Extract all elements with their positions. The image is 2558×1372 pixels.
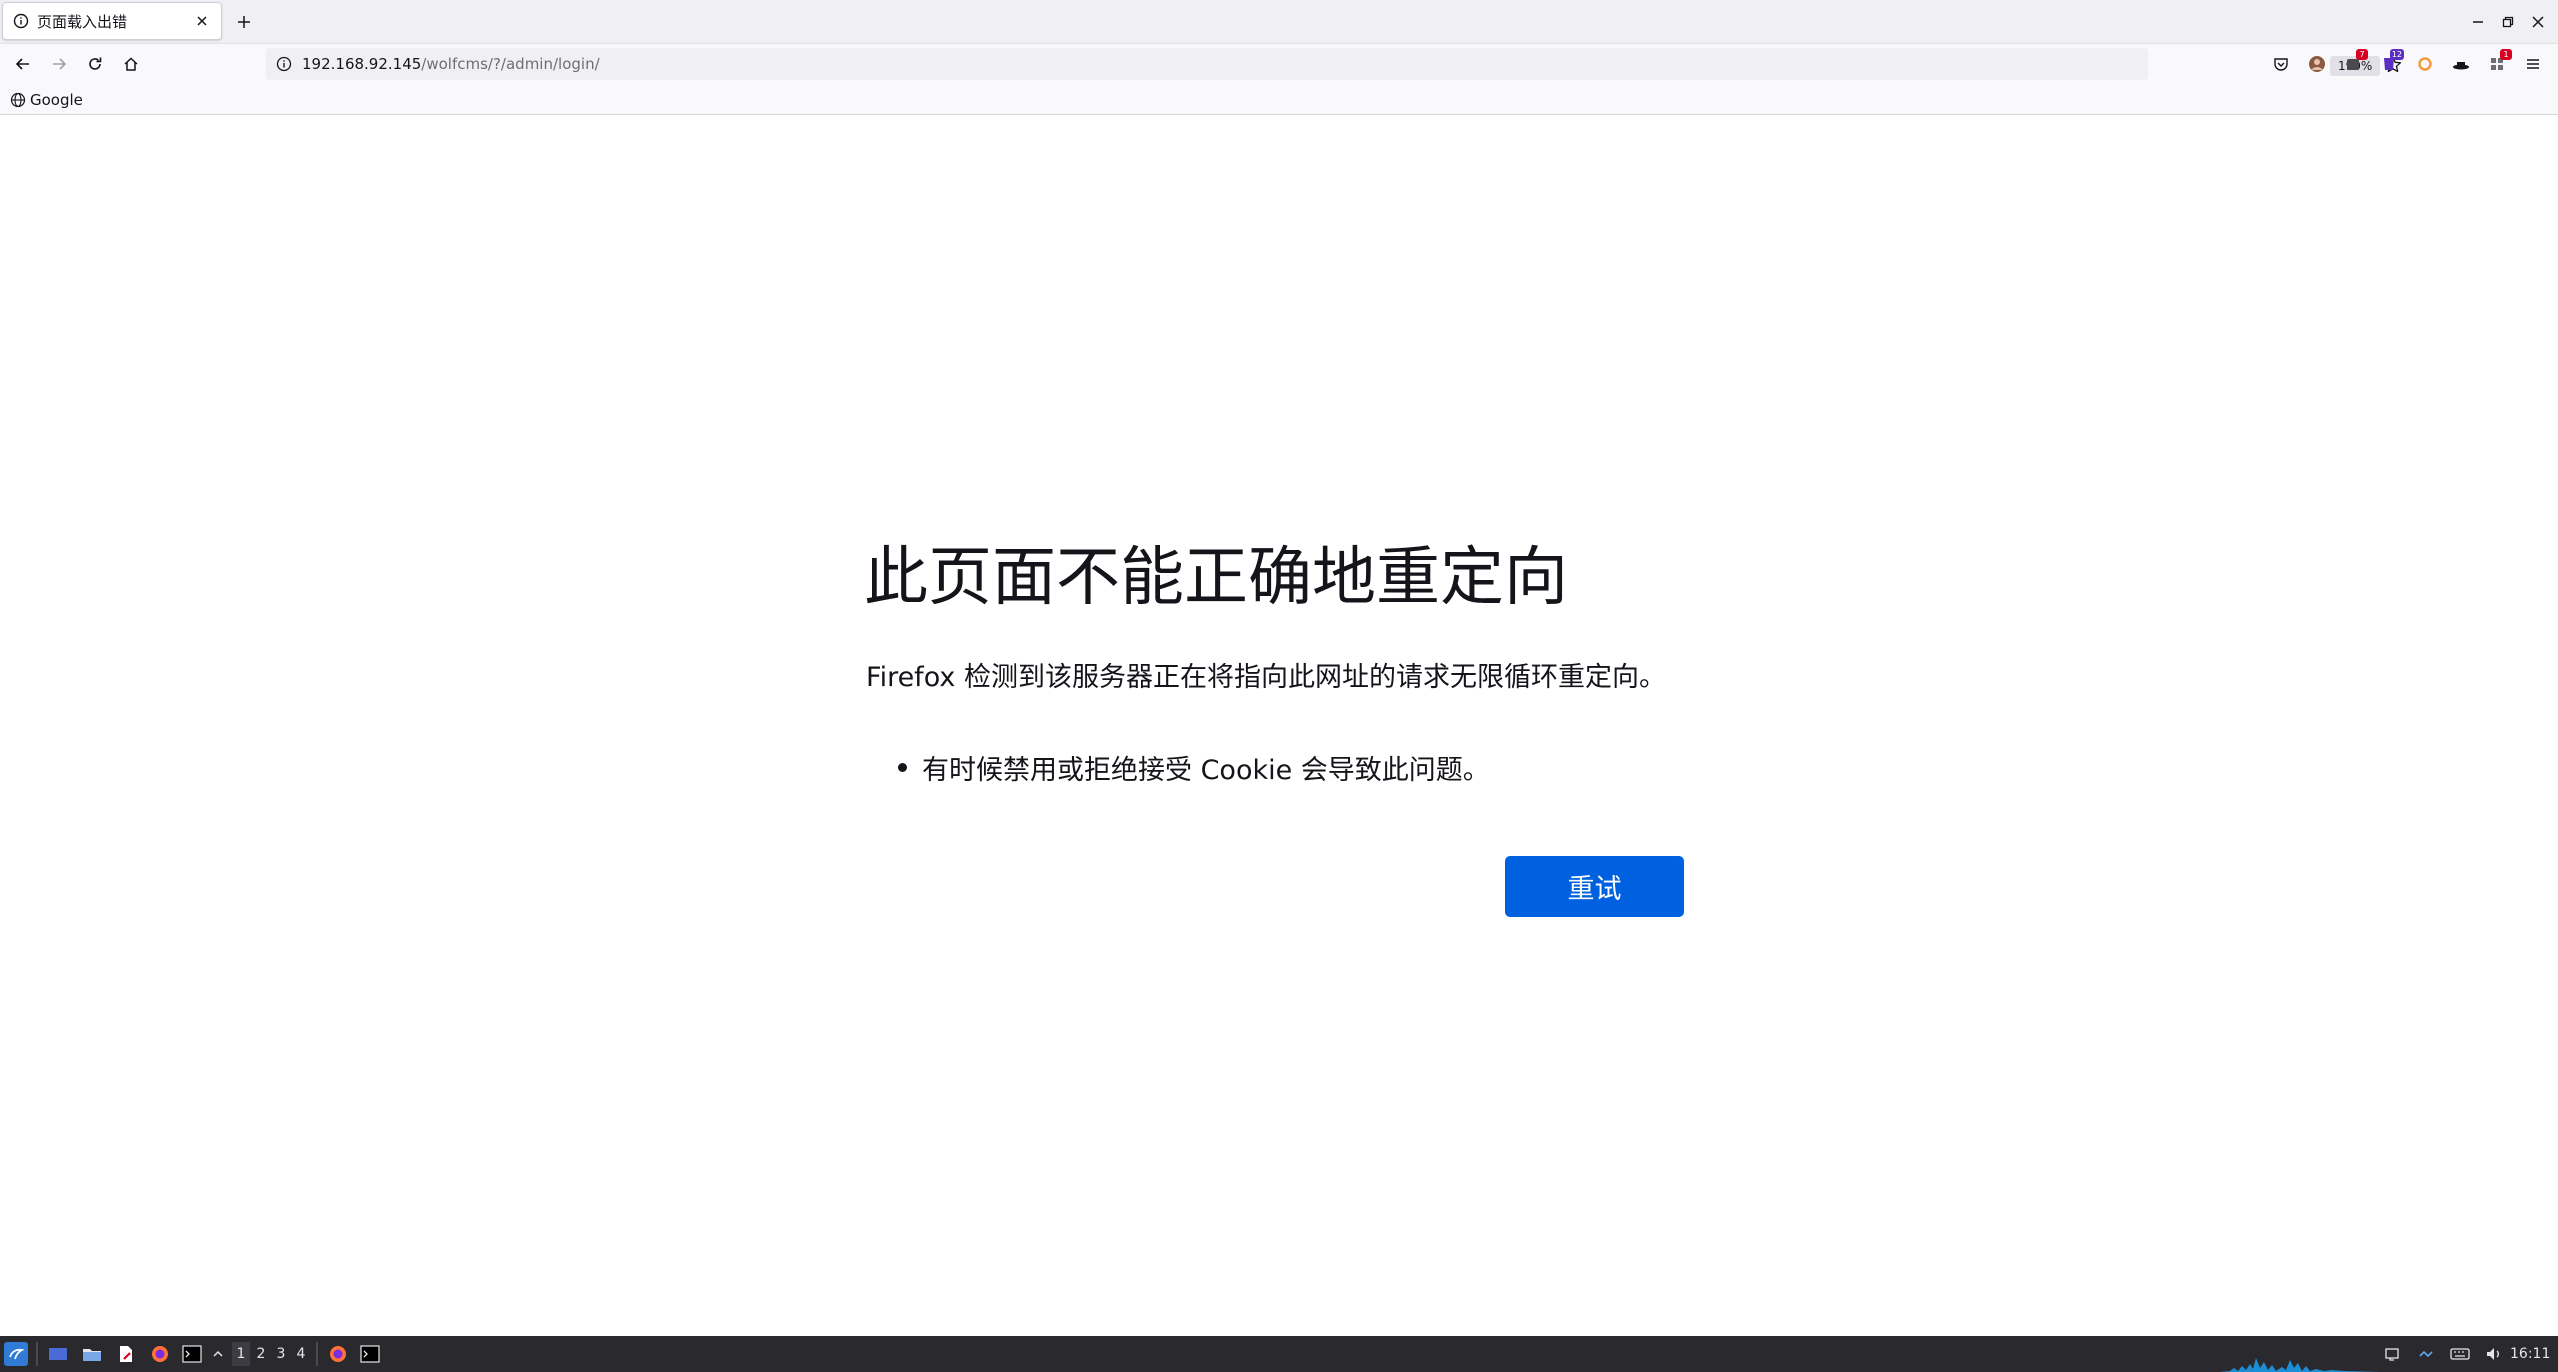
file-manager-icon[interactable] bbox=[80, 1342, 104, 1366]
os-taskbar: 1 2 3 4 16:11 bbox=[0, 1336, 2558, 1372]
start-menu-icon[interactable] bbox=[4, 1342, 28, 1366]
account-avatar-icon[interactable] bbox=[2306, 53, 2328, 75]
info-icon bbox=[13, 13, 29, 29]
bookmarks-toolbar: Google bbox=[0, 84, 2558, 115]
home-icon[interactable] bbox=[118, 51, 144, 77]
forward-arrow-icon[interactable] bbox=[46, 51, 72, 77]
taskbar-separator bbox=[36, 1342, 38, 1366]
globe-icon bbox=[10, 92, 26, 108]
text-editor-icon[interactable] bbox=[114, 1342, 138, 1366]
error-suggestions: 有时候禁用或拒绝接受 Cookie 会导致此问题。 bbox=[898, 748, 1490, 787]
chevron-up-icon[interactable] bbox=[206, 1342, 230, 1366]
notification-icon[interactable] bbox=[2380, 1342, 2404, 1366]
desktop-icon[interactable] bbox=[46, 1342, 70, 1366]
tab-strip: 页面载入出错 bbox=[0, 0, 2558, 44]
pocket-icon[interactable] bbox=[2270, 53, 2292, 75]
extension-badge: 1 bbox=[2500, 49, 2512, 60]
retry-button[interactable]: 重试 bbox=[1505, 856, 1684, 917]
terminal-icon[interactable] bbox=[180, 1342, 204, 1366]
url-text[interactable]: 192.168.92.145/wolfcms/?/admin/login/ bbox=[302, 55, 600, 73]
url-path: /wolfcms/?/admin/login/ bbox=[421, 55, 600, 73]
network-graph-icon bbox=[2220, 1358, 2380, 1372]
firefox-window-icon[interactable] bbox=[326, 1342, 350, 1366]
new-tab-button[interactable] bbox=[232, 10, 256, 34]
navigation-toolbar: 192.168.92.145/wolfcms/?/admin/login/ 19… bbox=[0, 44, 2558, 84]
extension-badge: 12 bbox=[2389, 49, 2404, 60]
taskbar-separator bbox=[316, 1342, 318, 1366]
extension-grid-icon[interactable]: 1 bbox=[2486, 49, 2512, 75]
error-suggestion-item: 有时候禁用或拒绝接受 Cookie 会导致此问题。 bbox=[898, 748, 1490, 787]
minimize-icon[interactable] bbox=[2466, 10, 2490, 34]
site-info-icon[interactable] bbox=[276, 56, 292, 72]
extension-red-icon[interactable]: 7 bbox=[2342, 49, 2368, 75]
workspace-4[interactable]: 4 bbox=[292, 1342, 310, 1366]
extension-badge: 7 bbox=[2356, 49, 2368, 60]
tab-active[interactable]: 页面载入出错 bbox=[2, 2, 222, 40]
reload-icon[interactable] bbox=[82, 51, 108, 77]
workspace-3[interactable]: 3 bbox=[272, 1342, 290, 1366]
volume-icon[interactable] bbox=[2482, 1342, 2506, 1366]
clock[interactable]: 16:11 bbox=[2510, 1342, 2550, 1366]
restore-icon[interactable] bbox=[2496, 10, 2520, 34]
workspace-2[interactable]: 2 bbox=[252, 1342, 270, 1366]
tab-title: 页面载入出错 bbox=[37, 12, 128, 31]
network-icon[interactable] bbox=[2414, 1342, 2438, 1366]
terminal-window-icon[interactable] bbox=[358, 1342, 382, 1366]
error-title: 此页面不能正确地重定向 bbox=[864, 541, 1568, 615]
extension-orange-ring-icon[interactable] bbox=[2414, 53, 2436, 75]
page-content: 此页面不能正确地重定向 Firefox 检测到该服务器正在将指向此网址的请求无限… bbox=[0, 116, 2558, 1336]
bookmark-label: Google bbox=[30, 91, 83, 109]
workspace-1[interactable]: 1 bbox=[232, 1342, 250, 1366]
bookmark-google[interactable]: Google bbox=[10, 90, 83, 110]
url-host: 192.168.92.145 bbox=[302, 55, 422, 73]
extension-hat-icon[interactable] bbox=[2450, 53, 2472, 75]
firefox-icon[interactable] bbox=[148, 1342, 172, 1366]
error-description: Firefox 检测到该服务器正在将指向此网址的请求无限循环重定向。 bbox=[866, 662, 1666, 693]
close-tab-icon[interactable] bbox=[193, 12, 211, 30]
extension-purple-icon[interactable]: 12 bbox=[2378, 49, 2404, 75]
url-bar[interactable]: 192.168.92.145/wolfcms/?/admin/login/ 19… bbox=[266, 48, 2402, 80]
back-arrow-icon[interactable] bbox=[10, 51, 36, 77]
hamburger-menu-icon[interactable] bbox=[2522, 53, 2544, 75]
close-window-icon[interactable] bbox=[2526, 10, 2550, 34]
keyboard-icon[interactable] bbox=[2448, 1342, 2472, 1366]
